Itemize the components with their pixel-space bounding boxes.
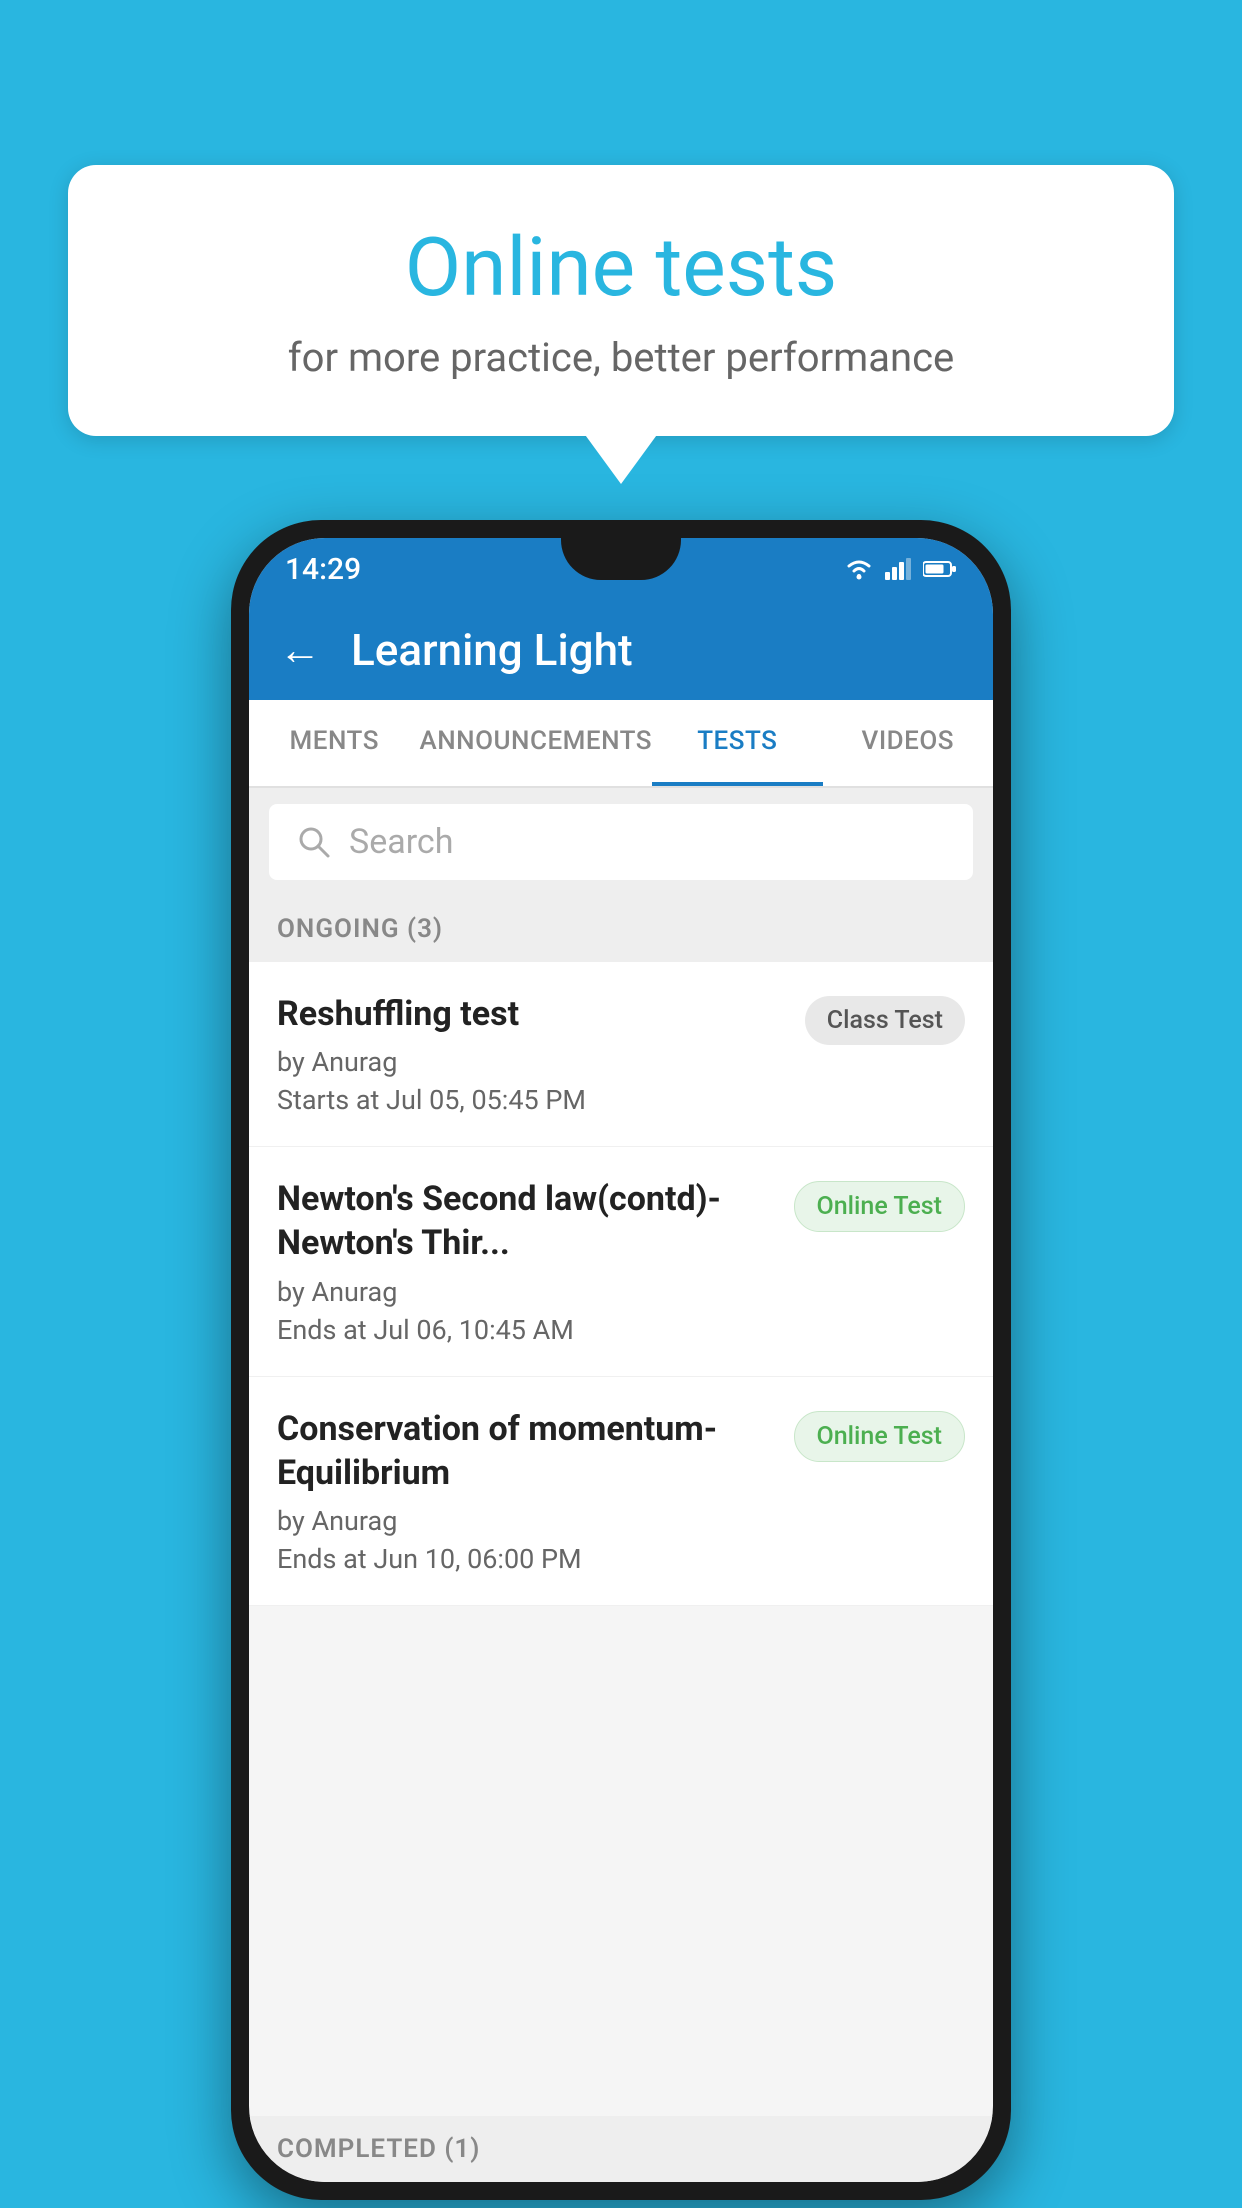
phone-frame: 14:29 [231, 520, 1011, 2200]
test-by-3: by Anurag [277, 1505, 774, 1537]
search-placeholder: Search [349, 822, 453, 862]
test-info-2: Newton's Second law(contd)-Newton's Thir… [277, 1177, 794, 1345]
ongoing-label: ONGOING (3) [277, 914, 443, 944]
test-badge-3: Online Test [794, 1411, 965, 1462]
promo-card: Online tests for more practice, better p… [68, 165, 1174, 436]
tab-videos[interactable]: VIDEOS [823, 700, 993, 786]
test-info-1: Reshuffling test by Anurag Starts at Jul… [277, 992, 805, 1116]
completed-section-header: COMPLETED (1) [249, 2116, 993, 2182]
notch [561, 538, 681, 580]
test-by-1: by Anurag [277, 1046, 785, 1078]
promo-subtitle: for more practice, better performance [128, 334, 1114, 381]
tabs-bar: MENTS ANNOUNCEMENTS TESTS VIDEOS [249, 700, 993, 788]
test-item-newton[interactable]: Newton's Second law(contd)-Newton's Thir… [249, 1147, 993, 1376]
status-icons [845, 558, 957, 580]
wifi-icon [845, 558, 873, 580]
completed-label: COMPLETED (1) [277, 2134, 480, 2164]
test-name-3: Conservation of momentum-Equilibrium [277, 1407, 774, 1495]
test-list: Reshuffling test by Anurag Starts at Jul… [249, 962, 993, 1606]
test-badge-1: Class Test [805, 996, 965, 1045]
status-bar: 14:29 [249, 538, 993, 600]
test-time-2: Ends at Jul 06, 10:45 AM [277, 1314, 774, 1346]
search-icon [297, 825, 331, 859]
search-bar[interactable]: Search [269, 804, 973, 880]
ongoing-section-header: ONGOING (3) [249, 896, 993, 962]
tab-ments[interactable]: MENTS [249, 700, 419, 786]
test-name-1: Reshuffling test [277, 992, 785, 1036]
test-item-conservation[interactable]: Conservation of momentum-Equilibrium by … [249, 1377, 993, 1606]
search-container: Search [249, 788, 993, 896]
test-time-1: Starts at Jul 05, 05:45 PM [277, 1084, 785, 1116]
app-title: Learning Light [351, 624, 633, 676]
test-time-3: Ends at Jun 10, 06:00 PM [277, 1543, 774, 1575]
tab-tests[interactable]: TESTS [652, 700, 822, 786]
tab-announcements[interactable]: ANNOUNCEMENTS [419, 700, 652, 786]
battery-icon [923, 560, 957, 578]
back-button[interactable]: ← [279, 626, 321, 675]
promo-title: Online tests [128, 220, 1114, 316]
phone-screen: 14:29 [249, 538, 993, 2182]
app-header: ← Learning Light [249, 600, 993, 700]
test-item-reshuffling[interactable]: Reshuffling test by Anurag Starts at Jul… [249, 962, 993, 1147]
test-by-2: by Anurag [277, 1276, 774, 1308]
test-badge-2: Online Test [794, 1181, 965, 1232]
status-time: 14:29 [285, 552, 361, 587]
signal-icon [885, 558, 911, 580]
test-info-3: Conservation of momentum-Equilibrium by … [277, 1407, 794, 1575]
test-name-2: Newton's Second law(contd)-Newton's Thir… [277, 1177, 774, 1265]
